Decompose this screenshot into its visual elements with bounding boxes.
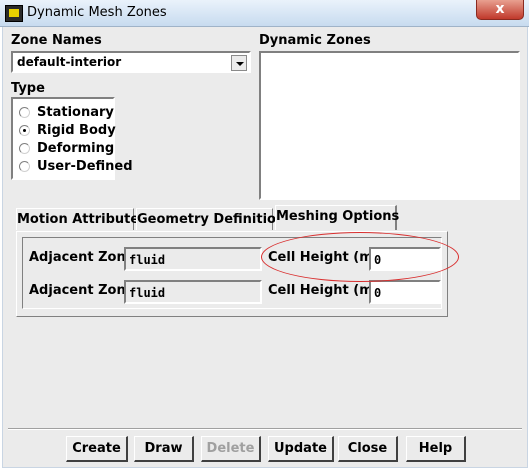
radio-button-icon[interactable] [19, 161, 30, 172]
adjacent-zone-label: Adjacent Zone [29, 283, 135, 298]
radio-label: Rigid Body [37, 123, 116, 138]
meshing-options-panel: Adjacent Zone fluid Cell Height (m) 0 Ad… [16, 231, 448, 317]
dynamic-mesh-zones-window: Dynamic Mesh Zones x Zone Names default-… [0, 0, 529, 469]
close-button[interactable]: Close [338, 436, 398, 462]
meshing-options-group: Adjacent Zone fluid Cell Height (m) 0 Ad… [22, 237, 442, 309]
tab-motion-attributes[interactable]: Motion Attributes [16, 208, 147, 230]
radio-label: Stationary [37, 105, 114, 120]
radio-label: Deforming [37, 141, 115, 156]
window-title: Dynamic Mesh Zones [27, 5, 167, 20]
dialog-body: Zone Names default-interior Type Station… [2, 27, 528, 468]
radio-button-icon[interactable] [19, 107, 30, 118]
radio-user-defined[interactable]: User-Defined [13, 159, 133, 177]
tab-geometry-definition[interactable]: Geometry Definition [136, 208, 285, 230]
cell-height-label: Cell Height (m) [268, 250, 379, 265]
help-button[interactable]: Help [406, 436, 466, 462]
tab-meshing-options[interactable]: Meshing Options [275, 205, 399, 230]
zone-names-selected: default-interior [17, 55, 122, 69]
cell-height-input[interactable]: 0 [369, 247, 441, 271]
dynamic-zones-list[interactable] [259, 51, 520, 200]
delete-button[interactable]: Delete [201, 436, 261, 462]
adjacent-zone-field: fluid [124, 280, 262, 304]
type-label: Type [11, 81, 45, 96]
cell-height-input[interactable]: 0 [369, 280, 441, 304]
update-button[interactable]: Update [268, 436, 334, 462]
chevron-down-icon[interactable] [231, 55, 247, 71]
window-close-button[interactable]: x [476, 0, 524, 20]
type-radio-group: Stationary Rigid Body Deforming User-Def… [11, 97, 133, 180]
cell-height-label: Cell Height (m) [268, 283, 379, 298]
radio-button-icon[interactable] [19, 143, 30, 154]
dynamic-zones-label: Dynamic Zones [259, 33, 371, 48]
zone-names-label: Zone Names [11, 33, 102, 48]
adjacent-zone-label: Adjacent Zone [29, 250, 135, 265]
radio-button-icon[interactable] [19, 125, 30, 136]
radio-rigid-body[interactable]: Rigid Body [13, 123, 116, 141]
adjacent-zone-value: fluid [129, 253, 166, 267]
adjacent-zone-field: fluid [124, 247, 262, 271]
create-button[interactable]: Create [66, 436, 128, 462]
adjacent-zone-value: fluid [129, 286, 166, 300]
button-separator [8, 428, 522, 430]
title-bar[interactable]: Dynamic Mesh Zones x [0, 0, 529, 27]
cell-height-value: 0 [374, 286, 382, 300]
zone-names-dropdown[interactable]: default-interior [11, 51, 251, 73]
radio-label: User-Defined [37, 159, 133, 174]
radio-stationary[interactable]: Stationary [13, 105, 114, 123]
app-icon [5, 5, 23, 22]
radio-deforming[interactable]: Deforming [13, 141, 115, 159]
cell-height-value: 0 [374, 253, 382, 267]
draw-button[interactable]: Draw [134, 436, 194, 462]
